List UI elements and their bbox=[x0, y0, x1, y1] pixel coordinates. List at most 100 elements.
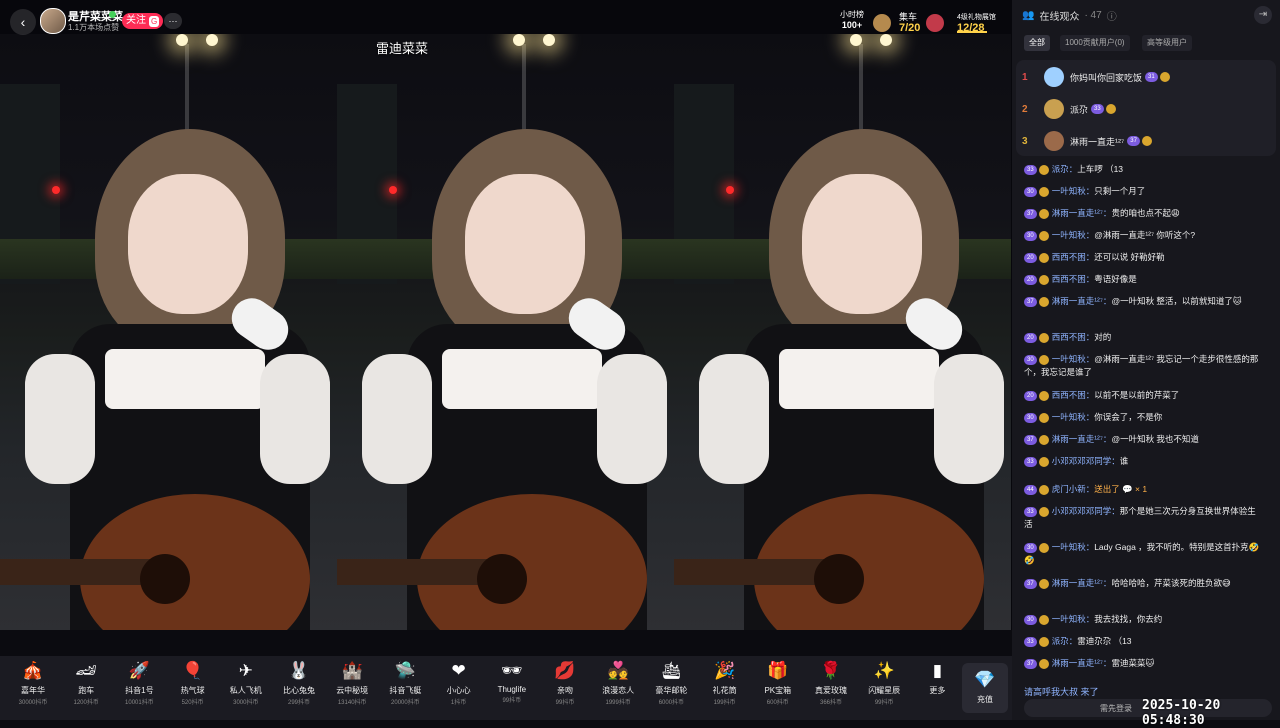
gift-name: 浪漫恋人 bbox=[602, 686, 635, 695]
back-button[interactable]: ‹ bbox=[10, 9, 36, 35]
chat-message[interactable]: 37 淋雨一直走¹²⁷：雷迪菜菜🐱 bbox=[1024, 657, 1264, 670]
level-badge: 31 bbox=[1145, 72, 1158, 82]
chat-message[interactable]: 20 西西不困：以前不是以前的芹菜了 bbox=[1024, 389, 1264, 402]
rank-avatar bbox=[1044, 67, 1064, 87]
gift-item[interactable]: 🎈 热气球 520抖币 bbox=[168, 660, 218, 706]
host-likes: 1.1万本场点赞 bbox=[68, 23, 120, 32]
chat-text: 我去找找，你去约 bbox=[1094, 614, 1163, 624]
chat-message[interactable]: 30 一叶知秋：只剩一个月了 bbox=[1024, 185, 1264, 198]
gift-item[interactable]: 💋 亲吻 99抖币 bbox=[540, 660, 590, 706]
chat-username: 西西不困： bbox=[1051, 252, 1095, 262]
gift-item[interactable]: ✈ 私人飞机 3000抖币 bbox=[221, 660, 271, 706]
gift-item[interactable]: 🎉 礼花筒 199抖币 bbox=[700, 660, 750, 706]
gift-name: 跑车 bbox=[78, 686, 95, 695]
chat-message[interactable]: 37 淋雨一直走¹²⁷：贵的咱也点不起😩 bbox=[1024, 207, 1264, 220]
fan-medal-icon bbox=[1038, 456, 1049, 467]
audience-count: · 47 bbox=[1084, 10, 1102, 21]
chat-message[interactable]: 33 派尕：雷迪尕尕 （13 bbox=[1024, 635, 1264, 648]
airship-icon: 🛸 bbox=[394, 661, 416, 680]
gift-item[interactable]: 🕶 Thuglife 99抖币 bbox=[487, 660, 537, 704]
gift-item[interactable]: 🛳 豪华邮轮 6000抖币 bbox=[646, 660, 696, 706]
gift-price: 366抖币 bbox=[819, 700, 842, 706]
level-badge: 30 bbox=[1024, 614, 1037, 625]
gift-price: 1抖币 bbox=[450, 700, 467, 706]
collapse-panel-button[interactable]: ⇥ bbox=[1254, 6, 1272, 24]
chat-message[interactable]: 37 淋雨一直走¹²⁷：哈哈哈哈，芹菜该死的胜负欲😅 bbox=[1024, 577, 1264, 590]
heart-icon: ❤ bbox=[451, 661, 466, 680]
glasses-icon: 🕶 bbox=[501, 661, 523, 680]
gift-name: 云中秘境 bbox=[336, 686, 369, 695]
more-button[interactable]: ··· bbox=[164, 13, 182, 29]
car-collection[interactable]: 集车 7/20 bbox=[899, 12, 920, 34]
chat-message[interactable]: 30 一叶知秋：你误会了，不是你 bbox=[1024, 411, 1264, 424]
rank-row[interactable]: 2 派尕 33 bbox=[1022, 97, 1116, 121]
chat-message[interactable]: 30 一叶知秋：Lady Gaga ，我不听的。特别是这首扑克🤣🤣 bbox=[1024, 541, 1264, 567]
chat-message[interactable]: 30 一叶知秋：我去找找，你去约 bbox=[1024, 613, 1264, 626]
gift-item[interactable]: 🌹 真爱玫瑰 366抖币 bbox=[806, 660, 856, 706]
traffic-light bbox=[52, 186, 60, 194]
gift-item[interactable]: 🚀 抖音1号 10001抖币 bbox=[114, 660, 164, 706]
medal-icon bbox=[1141, 136, 1152, 146]
fan-medal-icon bbox=[1038, 434, 1049, 445]
guitar-neck bbox=[337, 559, 487, 585]
level-badge: 30 bbox=[1024, 230, 1037, 241]
chat-username: 淋雨一直走¹²⁷： bbox=[1051, 296, 1112, 306]
audience-title: 在线观众 bbox=[1039, 12, 1080, 23]
level-badge: 33 bbox=[1024, 636, 1037, 647]
chat-message[interactable]: 30 一叶知秋：@淋雨一直走¹²⁷ 你听这个? bbox=[1024, 229, 1264, 242]
chat-message[interactable]: 33 小邓邓邓邓同学：谁 bbox=[1024, 455, 1264, 468]
live-video[interactable]: 雷迪菜菜 bbox=[0, 0, 1012, 630]
chat-message[interactable]: 20 西西不困：还可以说 好勒好勒 bbox=[1024, 251, 1264, 264]
performer-face bbox=[465, 174, 585, 314]
chat-message[interactable]: 37 淋雨一直走¹²⁷：@一叶知秋 我也不知道 bbox=[1024, 433, 1264, 446]
gift-item[interactable]: 🎁 PK宝箱 600抖币 bbox=[753, 660, 803, 706]
chat-message[interactable]: 20 西西不困：对的 bbox=[1024, 331, 1264, 344]
level-badge: 30 bbox=[1024, 354, 1037, 365]
chat-message[interactable]: 37 淋雨一直走¹²⁷：@一叶知秋 整活，以前就知道了🐱 bbox=[1024, 295, 1264, 308]
rank-row[interactable]: 3 淋雨一直走¹²⁷ 37 bbox=[1022, 129, 1152, 153]
mission-icon bbox=[873, 14, 891, 32]
gift-price: 20000抖币 bbox=[391, 700, 420, 706]
chat-username: 一叶知秋： bbox=[1051, 230, 1095, 240]
gift-item[interactable]: 💑 浪漫恋人 1999抖币 bbox=[593, 660, 643, 706]
help-icon[interactable]: ⓘ bbox=[1107, 8, 1117, 23]
sportscar-icon: 🏎 bbox=[75, 661, 97, 680]
gift-item[interactable]: 🐰 比心兔兔 299抖币 bbox=[274, 660, 324, 706]
chat-message[interactable]: 30 一叶知秋：@淋雨一直走¹²⁷ 我忘记一个走步很性感的那个，我忘记是谁了 bbox=[1024, 353, 1264, 379]
fan-medal-icon bbox=[1038, 412, 1049, 423]
chat-message[interactable]: 20 西西不困：粤语好像是 bbox=[1024, 273, 1264, 286]
gift-price: 1200抖币 bbox=[73, 700, 99, 706]
rank-number: 1 bbox=[1022, 71, 1028, 83]
gift-item[interactable]: ✨ 闪耀星辰 99抖币 bbox=[859, 660, 909, 706]
gift-item[interactable]: 🏎 跑车 1200抖币 bbox=[61, 660, 111, 706]
chat-text: 对的 bbox=[1094, 332, 1112, 342]
rank-avatar bbox=[1044, 99, 1064, 119]
gift-item[interactable]: 🎪 嘉年华 30000抖币 bbox=[8, 660, 58, 706]
chat-text: 贵的咱也点不起😩 bbox=[1111, 208, 1180, 218]
gift-item[interactable]: ▮ 更多 bbox=[912, 660, 962, 697]
level-badge: 33 bbox=[1024, 506, 1037, 517]
chat-text: 以前不是以前的芹菜了 bbox=[1094, 390, 1180, 400]
car-icon: 🎪 bbox=[22, 661, 44, 680]
chat-text: 你误会了，不是你 bbox=[1094, 412, 1163, 422]
gift-item[interactable]: 🛸 抖音飞艇 20000抖币 bbox=[380, 660, 430, 706]
tab-all[interactable]: 全部 bbox=[1024, 35, 1050, 51]
chat-message[interactable]: 44 虎门小新：送出了 💬 × 1 bbox=[1024, 483, 1264, 496]
performer-face bbox=[128, 174, 248, 314]
chat-username: 西西不困： bbox=[1051, 274, 1095, 284]
chat-message[interactable]: 33 派尕：上车啰 （13 bbox=[1024, 163, 1264, 176]
follow-button[interactable]: 关注 G bbox=[122, 13, 164, 29]
hourly-rank[interactable]: 小时榜 100+ bbox=[840, 9, 864, 31]
rank-row[interactable]: 1 你妈叫你回家吃饭 31 bbox=[1022, 65, 1170, 89]
host-avatar[interactable] bbox=[40, 8, 66, 34]
recharge-button[interactable]: 💎 充值 bbox=[962, 663, 1008, 713]
tab-high-level[interactable]: 高等级用户 bbox=[1142, 35, 1192, 51]
gift-item[interactable]: 🏰 云中秘境 13140抖币 bbox=[327, 660, 377, 706]
tab-contributors[interactable]: 1000贡献用户(0) bbox=[1060, 35, 1130, 51]
gift-price: 3000抖币 bbox=[233, 700, 259, 706]
gift-item[interactable]: ❤ 小心心 1抖币 bbox=[434, 660, 484, 706]
chat-text: 只剩一个月了 bbox=[1094, 186, 1146, 196]
chat-message[interactable]: 33 小邓邓邓邓同学：那个是她三次元分身互换世界体验生活 bbox=[1024, 505, 1264, 531]
chat-username: 淋雨一直走¹²⁷： bbox=[1051, 434, 1112, 444]
level-badge: 20 bbox=[1024, 332, 1037, 343]
